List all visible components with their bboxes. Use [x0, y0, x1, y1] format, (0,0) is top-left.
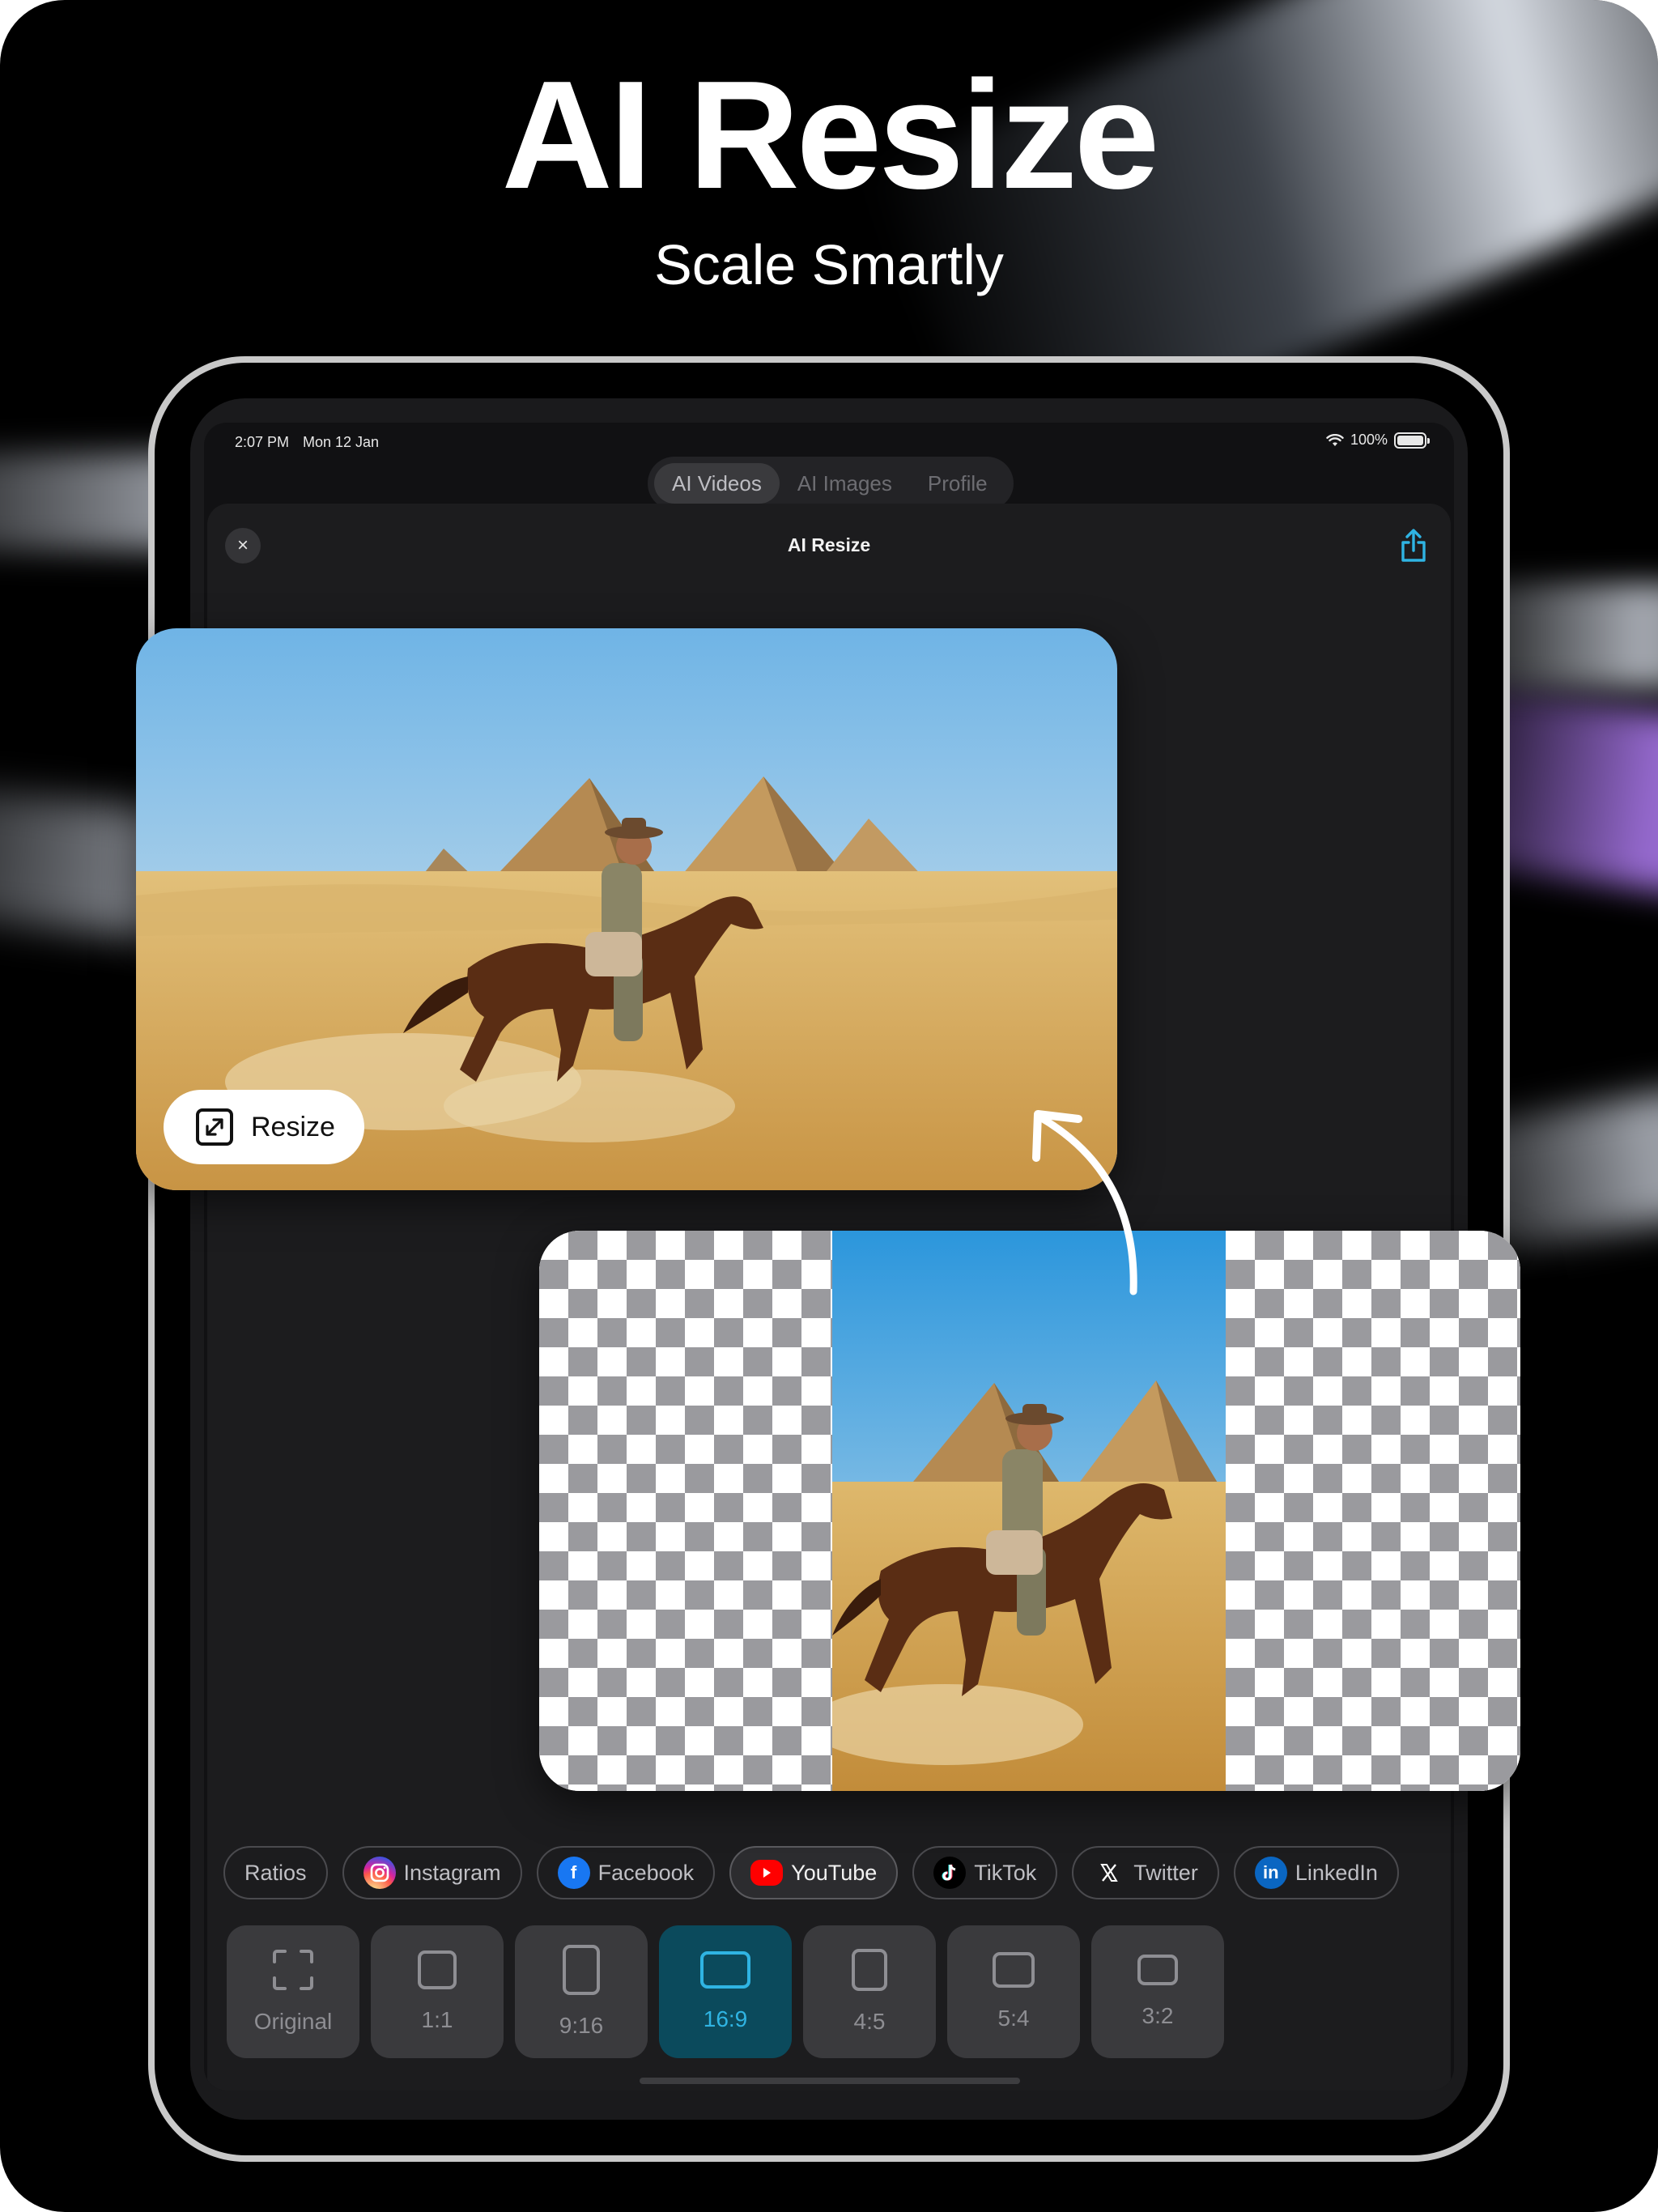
landscape-ratio-icon	[1137, 1955, 1178, 1985]
chip-ratios[interactable]: Ratios	[223, 1846, 328, 1899]
ratio-5-4[interactable]: 5:4	[947, 1925, 1080, 2058]
ratio-label: Original	[253, 2009, 333, 2034]
ratio-16-9[interactable]: 16:9	[659, 1925, 792, 2058]
ratio-label: 16:9	[703, 2006, 748, 2031]
platform-chip-row: Ratios Instagram f Facebook YouTube TikT…	[223, 1846, 1399, 1899]
x-icon	[1093, 1857, 1125, 1889]
landscape-ratio-icon	[700, 1951, 750, 1989]
ratio-3-2[interactable]: 3:2	[1091, 1925, 1224, 2058]
chip-label: YouTube	[791, 1860, 878, 1885]
resized-result-card	[539, 1231, 1520, 1791]
youtube-icon	[750, 1860, 784, 1886]
status-date: Mon 12 Jan	[303, 434, 380, 450]
battery-percent: 100%	[1350, 432, 1388, 448]
top-tab-bar: AI Videos AI Images Profile	[648, 457, 1014, 510]
chip-instagram[interactable]: Instagram	[342, 1846, 522, 1899]
tab-ai-images[interactable]: AI Images	[780, 463, 910, 504]
sheet-title: AI Resize	[787, 534, 871, 555]
tiktok-icon	[933, 1857, 967, 1889]
ratio-label: 4:5	[853, 2009, 886, 2034]
home-indicator	[640, 2078, 1020, 2084]
original-photo-card: Resize	[136, 628, 1117, 1190]
crop-frame-icon	[273, 1950, 313, 1990]
ratio-label: 9:16	[559, 2013, 604, 2038]
portrait-ratio-icon	[563, 1945, 600, 1995]
status-time: 2:07 PM	[235, 434, 290, 450]
instagram-icon	[363, 1857, 396, 1889]
chip-label: Twitter	[1133, 1860, 1198, 1885]
resize-button-label: Resize	[251, 1111, 335, 1142]
expand-arrows-icon	[196, 1108, 233, 1146]
resize-button[interactable]: Resize	[164, 1090, 364, 1164]
facebook-icon: f	[557, 1857, 590, 1889]
tab-ai-videos[interactable]: AI Videos	[654, 463, 780, 504]
transparent-area-right	[1226, 1231, 1520, 1791]
status-bar: 2:07 PM Mon 12 Jan 100%	[204, 423, 1454, 460]
resized-photo	[832, 1231, 1226, 1791]
chip-tiktok[interactable]: TikTok	[912, 1846, 1058, 1899]
chip-label: LinkedIn	[1295, 1860, 1378, 1885]
tab-profile[interactable]: Profile	[910, 463, 1005, 504]
chip-linkedin[interactable]: in LinkedIn	[1233, 1846, 1399, 1899]
share-icon[interactable]	[1396, 526, 1431, 565]
landscape-ratio-icon	[993, 1952, 1035, 1988]
ratio-original[interactable]: Original	[227, 1925, 359, 2058]
transparent-area-left	[539, 1231, 832, 1791]
status-indicators: 100%	[1326, 432, 1430, 449]
desert-horse-rider-photo	[832, 1231, 1226, 1791]
ratio-4-5[interactable]: 4:5	[803, 1925, 936, 2058]
battery-icon	[1394, 432, 1430, 449]
square-ratio-icon	[418, 1950, 457, 1989]
ratio-label: 3:2	[1141, 2003, 1174, 2028]
hero-title: AI Resize	[501, 49, 1160, 221]
curved-arrow-icon	[1032, 1110, 1137, 1295]
chip-label: Instagram	[403, 1860, 501, 1885]
hero-subtitle: Scale Smartly	[654, 233, 1004, 296]
wifi-icon	[1326, 433, 1344, 446]
chip-label: Facebook	[597, 1860, 695, 1885]
ratio-label: 5:4	[997, 2006, 1030, 2031]
ratio-9-16[interactable]: 9:16	[515, 1925, 648, 2058]
portrait-ratio-icon	[852, 1949, 887, 1991]
linkedin-icon: in	[1254, 1857, 1287, 1889]
ratio-1-1[interactable]: 1:1	[371, 1925, 504, 2058]
chip-facebook[interactable]: f Facebook	[536, 1846, 716, 1899]
chip-twitter[interactable]: Twitter	[1072, 1846, 1219, 1899]
chip-youtube[interactable]: YouTube	[729, 1846, 899, 1899]
ratio-options-row: Original 1:1 9:16 16:9 4:5 5:4 3:2	[227, 1925, 1224, 2058]
ratio-label: 1:1	[421, 2007, 453, 2032]
chip-label: Ratios	[244, 1860, 307, 1885]
chip-label: TikTok	[974, 1860, 1037, 1885]
